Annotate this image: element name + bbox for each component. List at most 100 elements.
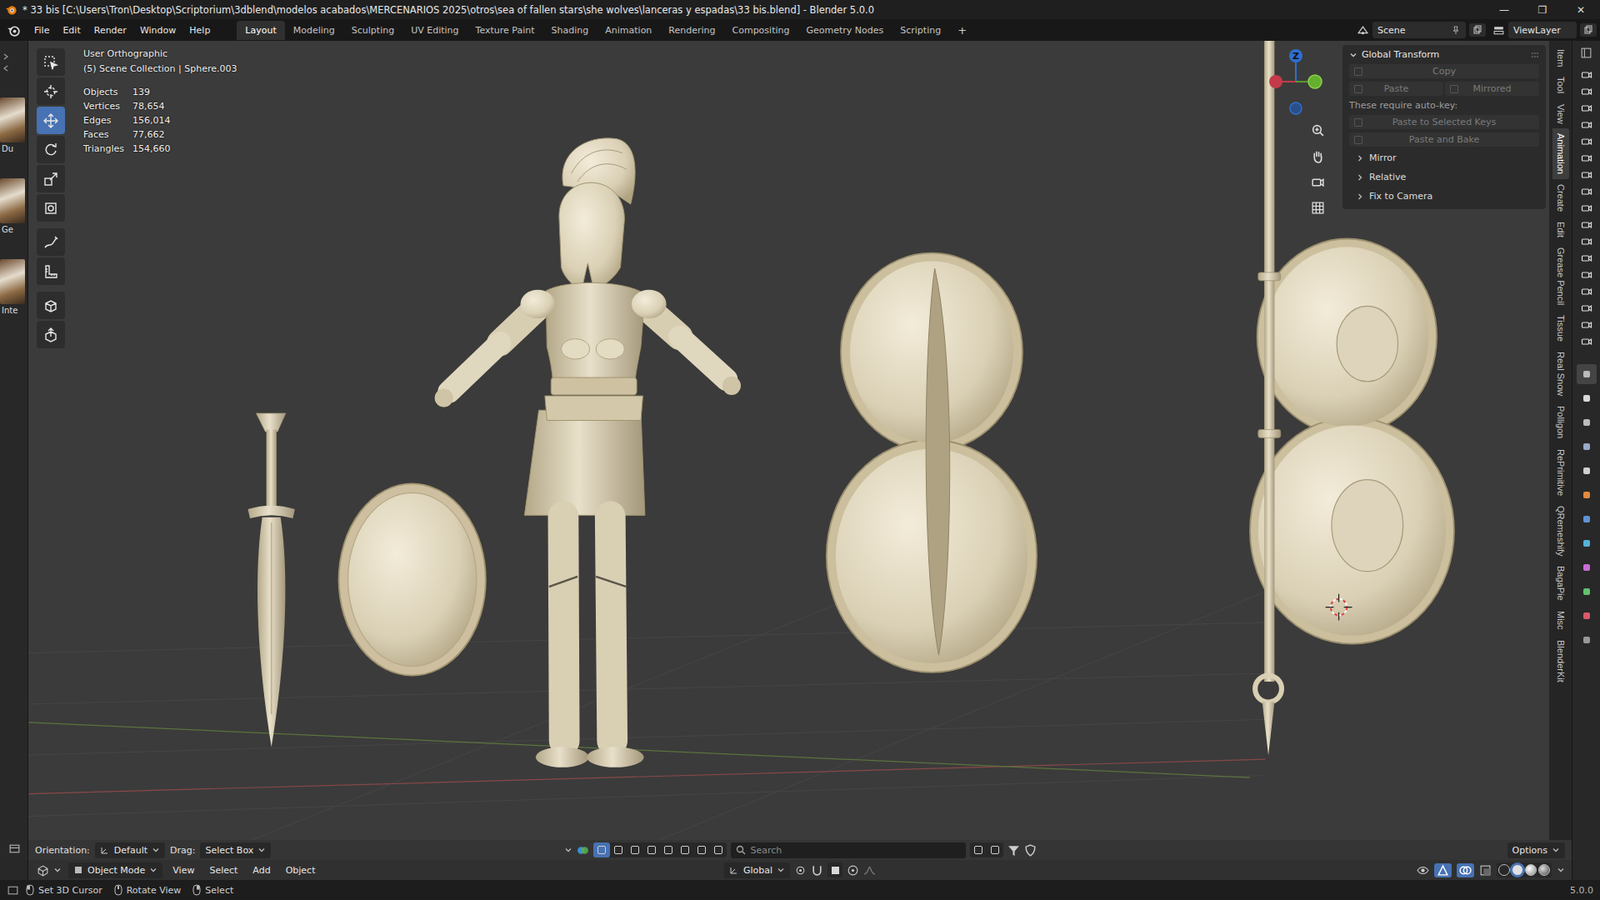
render-camera-icon[interactable] [1580,219,1593,231]
select-mode-button[interactable] [676,842,694,858]
tool-button[interactable] [36,257,65,285]
pin-icon[interactable] [1450,25,1461,35]
workspace-tab[interactable]: Animation [596,20,660,40]
sidebar-tab[interactable]: View [1552,99,1570,130]
menu-item[interactable]: Render [87,22,134,39]
view-layer-field[interactable]: ViewLayer [1508,21,1577,39]
bookmark-button[interactable] [970,842,987,858]
render-camera-icon[interactable] [1580,169,1593,181]
copy-button[interactable]: Copy [1349,64,1540,79]
workspace-tab[interactable]: Compositing [724,20,799,40]
select-mode-button[interactable] [693,842,710,858]
render-camera-icon[interactable] [1580,202,1593,215]
filter-icon[interactable] [1007,844,1020,857]
subpanel-header[interactable]: Relative [1349,169,1540,185]
transform-orientation-dropdown[interactable]: Global [724,862,790,879]
window-control-button[interactable]: ❐ [1523,0,1562,20]
sword-model[interactable] [248,413,295,747]
round-shield-model[interactable] [339,483,486,675]
select-mode-button[interactable] [593,842,610,858]
render-camera-icon[interactable] [1580,252,1593,265]
properties-tab[interactable] [1576,412,1597,433]
menu-item[interactable]: Window [133,22,183,39]
render-camera-icon[interactable] [1580,152,1593,165]
snap-icon[interactable] [810,864,824,877]
editor-type-icon[interactable] [8,842,21,855]
mode-dropdown[interactable]: Object Mode [68,862,163,879]
tool-button[interactable] [36,135,65,164]
sidebar-tab[interactable]: Item [1552,44,1570,72]
workspace-tab[interactable]: Layout [236,20,285,40]
sidebar-tab[interactable]: Tissue [1552,310,1570,347]
wireframe-shading-button[interactable] [1498,864,1510,876]
display-button[interactable] [986,842,1004,858]
tool-button[interactable] [36,291,65,320]
render-camera-icon[interactable] [1580,119,1593,131]
editor-type-dropdown[interactable] [35,862,64,879]
sidebar-tab[interactable]: BlenderKit [1552,635,1570,688]
options-dropdown[interactable]: Options [1507,842,1565,859]
proportional-edit-icon[interactable] [846,864,860,877]
menu-item[interactable]: Help [182,22,217,39]
menu-item[interactable]: File [27,22,56,39]
properties-tab[interactable] [1576,581,1597,602]
render-camera-icon[interactable] [1580,319,1593,331]
subpanel-header[interactable]: Fix to Camera [1349,188,1540,205]
paste-button[interactable]: Mirrored [1445,81,1540,96]
shield-icon[interactable] [1024,844,1037,857]
select-mode-button[interactable] [660,842,677,858]
render-camera-icon[interactable] [1580,302,1593,315]
rendered-shading-button[interactable] [1538,864,1550,876]
render-camera-icon[interactable] [1580,135,1593,148]
sidebar-tab[interactable]: Polligon [1552,400,1570,444]
properties-tab[interactable] [1576,485,1597,505]
paste-button[interactable]: Paste [1349,81,1444,96]
panel-header[interactable]: Global Transform [1342,45,1546,65]
xray-icon[interactable] [1479,864,1492,877]
properties-tab[interactable] [1576,630,1597,650]
tool-button[interactable] [36,106,65,135]
tool-button[interactable] [36,77,65,105]
properties-tab[interactable] [1576,605,1597,626]
scene-field[interactable]: Scene [1372,21,1466,39]
window-control-button[interactable]: ✕ [1561,0,1600,20]
drag-dropdown[interactable]: Select Box [200,842,271,859]
overlay-toggle[interactable] [1456,863,1475,878]
key-paste-button[interactable]: Paste to Selected Keys [1349,115,1540,130]
asset-library-icon[interactable] [576,844,590,857]
new-scene-button[interactable] [1469,23,1486,37]
pivot-icon[interactable] [794,864,807,877]
pan-button[interactable] [1306,145,1330,168]
drag-handle-icon[interactable] [1530,51,1540,59]
strip-arrows[interactable] [0,40,10,73]
key-paste-button[interactable]: Paste and Bake [1349,132,1540,147]
orientation-dropdown[interactable]: Default [95,842,165,859]
3d-viewport[interactable]: User Orthographic(5) Scene Collection | … [28,40,1550,840]
chevron-down-icon[interactable] [564,845,573,855]
workspace-tab[interactable]: Sculpting [343,20,403,40]
asset-thumbnail[interactable]: Du [0,97,25,154]
workspace-tab[interactable]: UV Editing [402,20,467,40]
view-layer-icon[interactable] [1492,24,1505,37]
select-mode-button[interactable] [610,842,627,858]
properties-tab[interactable] [1576,364,1597,385]
header-menu[interactable]: Add [247,863,275,878]
properties-tab[interactable] [1576,388,1597,409]
tool-button[interactable] [36,194,65,222]
editor-type-icon[interactable] [6,884,20,897]
render-camera-icon[interactable] [1580,285,1593,298]
render-camera-icon[interactable] [1580,85,1593,98]
header-menu[interactable]: Select [204,863,243,878]
tool-button[interactable] [36,228,65,256]
properties-tab[interactable] [1576,557,1597,578]
tool-button[interactable] [36,48,65,76]
properties-tab[interactable] [1576,436,1597,457]
properties-tab[interactable] [1576,460,1597,481]
perspective-toggle-button[interactable] [1306,196,1330,220]
sidebar-tab[interactable]: Misc [1552,605,1570,635]
workspace-tab[interactable]: Texture Paint [467,20,544,40]
window-control-button[interactable]: — [1485,0,1524,20]
sidebar-tab[interactable]: BagaPie [1552,560,1570,606]
render-camera-icon[interactable] [1580,335,1593,348]
workspace-tab[interactable]: Shading [543,20,598,40]
